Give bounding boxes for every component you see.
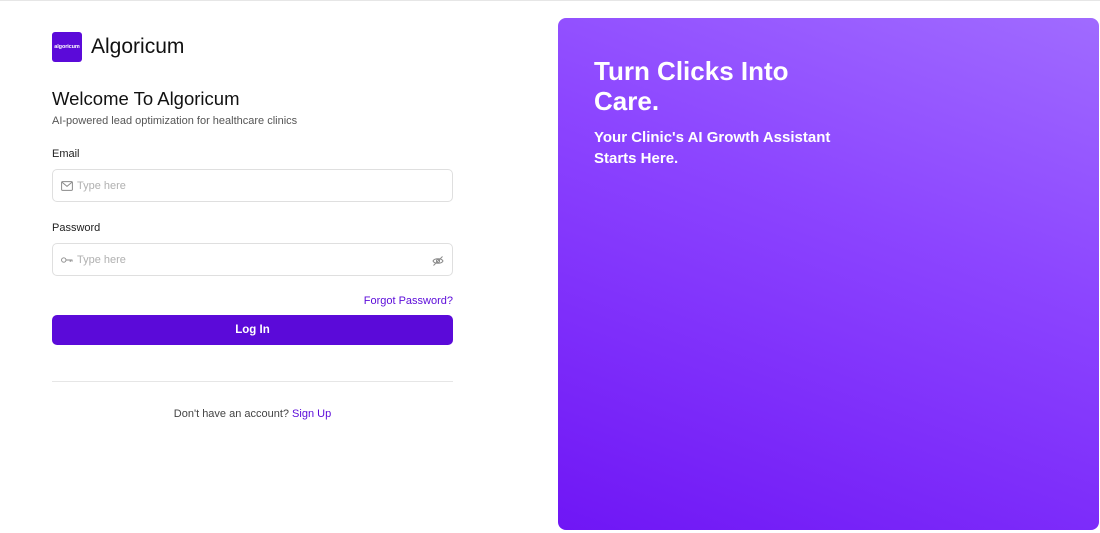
password-label: Password [52,222,101,234]
email-field-container[interactable] [52,169,453,202]
page-subtitle: AI-powered lead optimization for healthc… [52,115,298,127]
login-button[interactable]: Log In [52,315,453,345]
password-input[interactable] [77,253,397,266]
signup-link[interactable]: Sign Up [292,408,331,420]
hero-subtitle: Your Clinic's AI Growth Assistant Starts… [594,129,831,167]
eye-off-icon[interactable] [432,254,444,266]
email-input[interactable] [77,179,397,192]
divider [52,381,453,382]
password-field-container[interactable] [52,243,453,276]
logo: algoricum [52,32,82,62]
logo-text: algoricum [54,44,80,50]
brand-name: Algoricum [91,35,185,58]
key-icon [61,254,73,266]
login-panel: algoricum Algoricum Welcome To Algoricum… [52,0,453,533]
forgot-password-link[interactable]: Forgot Password? [364,295,453,307]
mail-icon [61,180,73,192]
signup-prompt: Don't have an account? [173,408,290,420]
page-title: Welcome To Algoricum [52,88,240,109]
brand-header: algoricum Algoricum [52,32,184,62]
signup-row: Don't have an account? Sign Up [52,408,453,420]
email-label: Email [52,148,80,160]
hero-panel: Turn Clicks Into Care. Your Clinic's AI … [558,18,1099,530]
hero-title: Turn Clicks Into Care. [594,56,789,116]
